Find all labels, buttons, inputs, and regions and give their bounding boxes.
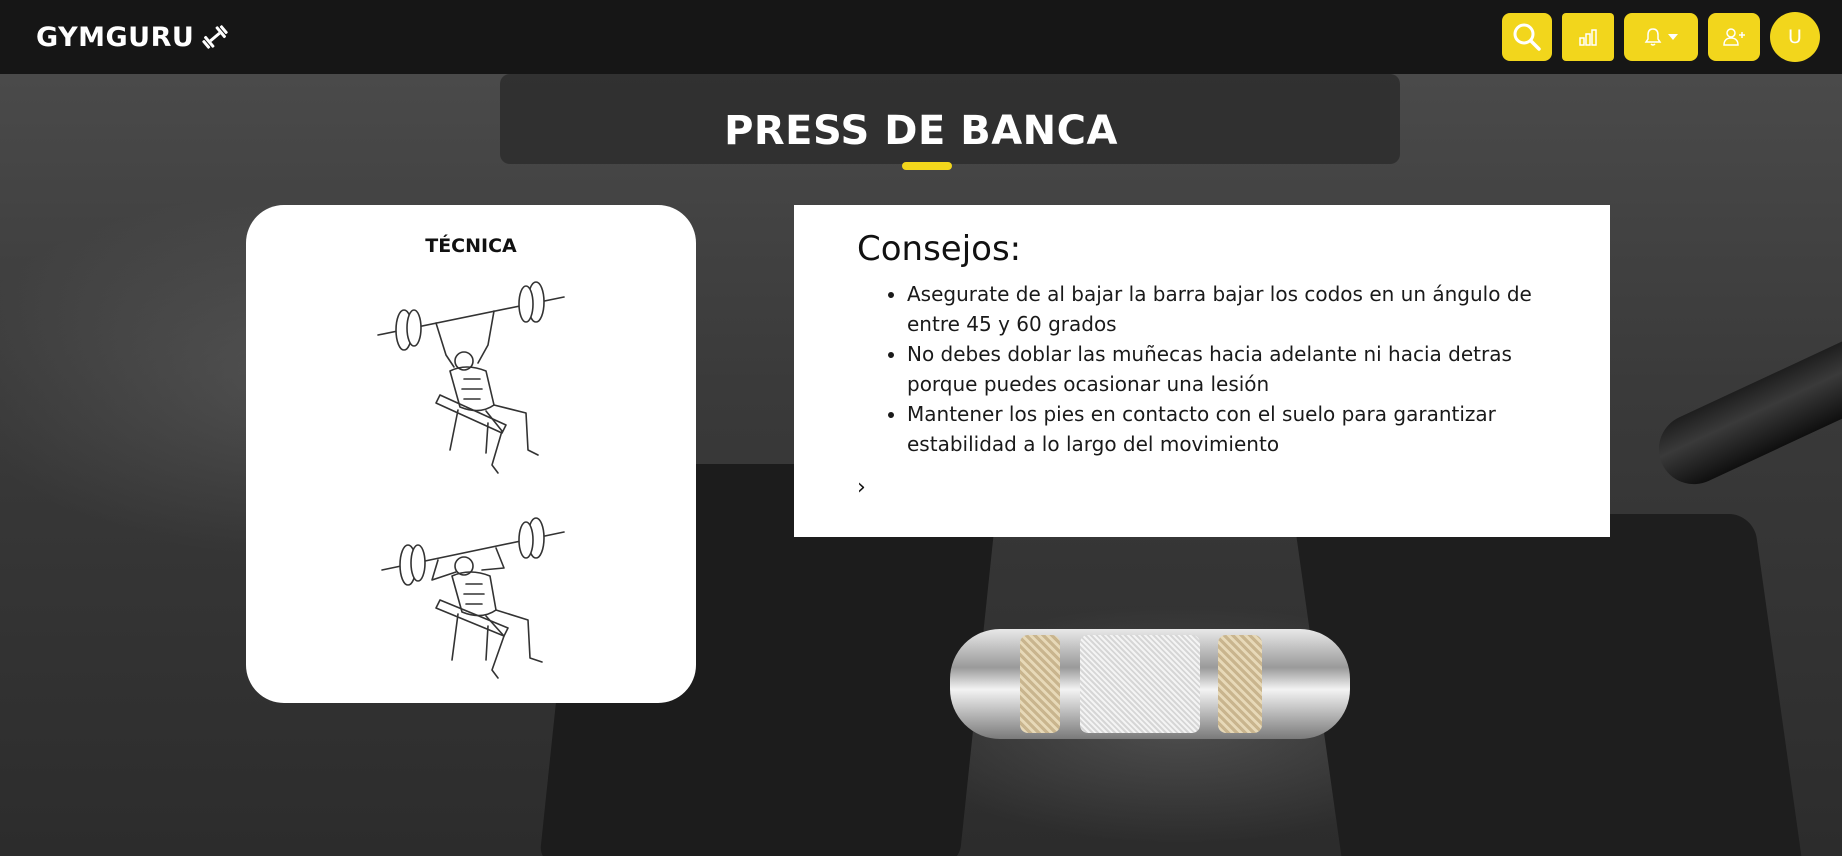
- technique-card: TÉCNICA: [246, 205, 696, 703]
- tips-panel: Consejos: Asegurate de al bajar la barra…: [794, 205, 1610, 537]
- technique-title: TÉCNICA: [425, 235, 517, 257]
- handle-grip: [1080, 635, 1200, 733]
- brand-name: GYMGURU: [36, 21, 195, 53]
- dumbbell-head-right: [1293, 514, 1807, 856]
- chevron-down-icon: [1668, 34, 1678, 40]
- tip-item: Asegurate de al bajar la barra bajar los…: [907, 279, 1550, 339]
- search-button[interactable]: [1502, 13, 1552, 61]
- handle-grip: [1218, 635, 1262, 733]
- bench-press-up-illustration: [377, 281, 565, 474]
- stats-button[interactable]: [1562, 13, 1614, 61]
- page-title: PRESS DE BANCA: [724, 108, 1118, 154]
- user-avatar[interactable]: U: [1770, 12, 1820, 62]
- bench-press-down-illustration: [381, 517, 565, 679]
- tips-title: Consejos:: [857, 229, 1022, 269]
- tip-item: Mantener los pies en contacto con el sue…: [907, 399, 1550, 459]
- nav-actions: U: [1502, 12, 1820, 62]
- notifications-dropdown[interactable]: [1624, 13, 1698, 61]
- navbar: GYMGURU U: [0, 0, 1842, 74]
- search-icon: [1513, 23, 1541, 51]
- bell-icon: [1644, 28, 1662, 46]
- bar-chart-icon: [1579, 29, 1597, 46]
- tips-list: Asegurate de al bajar la barra bajar los…: [857, 279, 1550, 459]
- dumbbell-handle: [950, 629, 1350, 739]
- title-underline: [902, 162, 952, 170]
- add-user-icon: [1723, 28, 1745, 46]
- chevron-right-icon[interactable]: ›: [857, 475, 866, 500]
- handle-grip: [1020, 635, 1060, 733]
- brand-logo[interactable]: GYMGURU: [36, 22, 230, 53]
- tip-item: No debes doblar las muñecas hacia adelan…: [907, 339, 1550, 399]
- barbell-bar: [1647, 322, 1842, 496]
- add-user-button[interactable]: [1708, 13, 1760, 61]
- dumbbell-icon: [202, 25, 229, 49]
